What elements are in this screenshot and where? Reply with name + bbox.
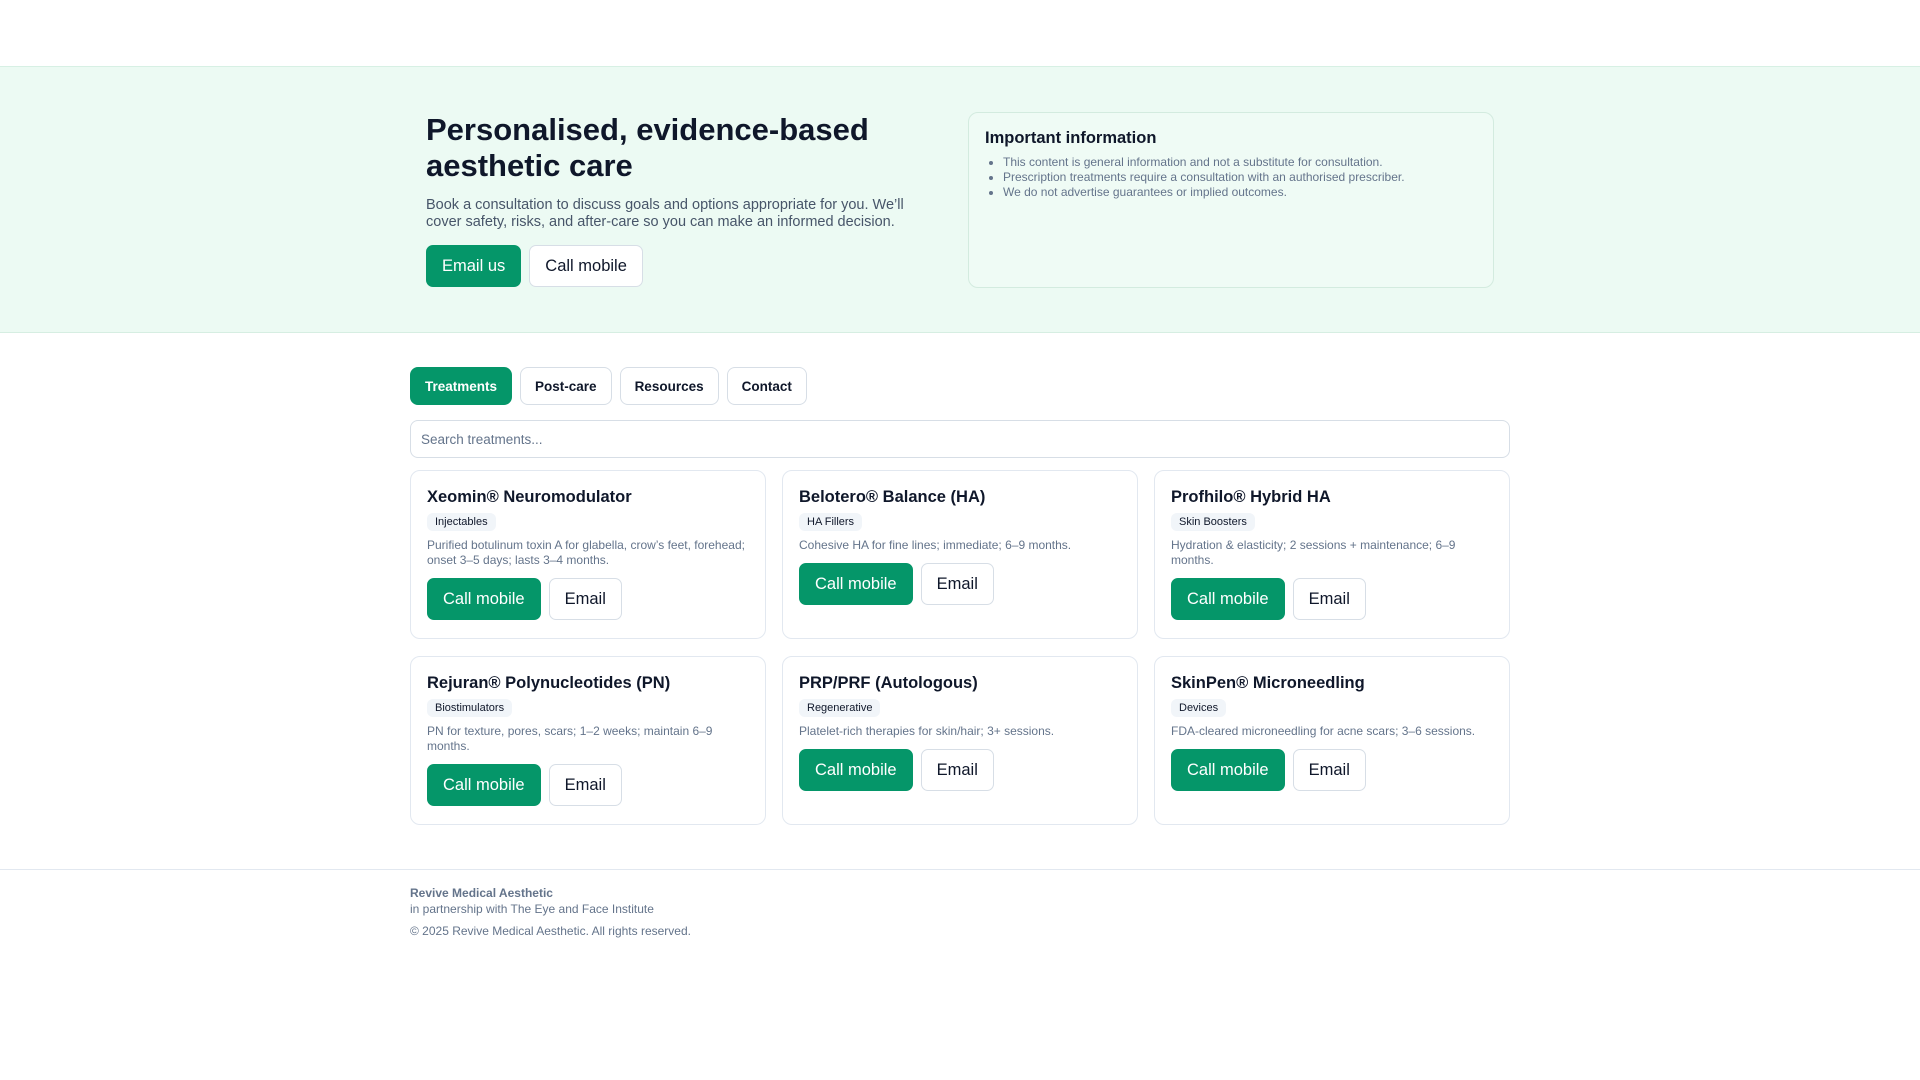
email-button[interactable]: Email (1292, 749, 1366, 791)
hero-section: Personalised, evidence-based aesthetic c… (0, 67, 1920, 333)
footer-brand: Revive Medical Aesthetic (410, 886, 553, 900)
tab-treatments[interactable]: Treatments (410, 367, 513, 405)
card-title: Xeomin® Neuromodulator (427, 488, 632, 506)
important-info-panel: Important information This content is ge… (968, 112, 1494, 288)
tab-post-care[interactable]: Post-care (520, 367, 612, 405)
card-description: Hydration & elasticity; 2 sessions + mai… (1171, 538, 1456, 567)
hero-inner: Personalised, evidence-based aesthetic c… (426, 112, 1494, 288)
hero-subtitle: Book a consultation to discuss goals and… (426, 197, 904, 230)
card-title: Profhilo® Hybrid HA (1171, 488, 1331, 506)
call-mobile-button[interactable]: Call mobile (1171, 749, 1285, 791)
treatment-card: Rejuran® Polynucleotides (PN) Biostimula… (410, 656, 766, 825)
category-badge: Biostimulators (427, 699, 513, 717)
call-mobile-button[interactable]: Call mobile (529, 245, 643, 287)
card-actions: Call mobile Email (427, 764, 749, 806)
treatment-card: SkinPen® Microneedling Devices FDA-clear… (1154, 656, 1510, 825)
hero-content: Personalised, evidence-based aesthetic c… (426, 112, 926, 287)
treatment-card: Xeomin® Neuromodulator Injectables Purif… (410, 470, 766, 639)
treatment-card: PRP/PRF (Autologous) Regenerative Platel… (782, 656, 1138, 825)
card-actions: Call mobile Email (1171, 578, 1493, 620)
top-bar (0, 0, 1920, 67)
info-item: Prescription treatments require a consul… (1003, 170, 1477, 185)
info-list: This content is general information and … (985, 155, 1477, 200)
card-description: PN for texture, pores, scars; 1–2 weeks;… (427, 724, 713, 753)
footer-copyright: © 2025 Revive Medical Aesthetic. All rig… (410, 924, 691, 938)
card-title: Belotero® Balance (HA) (799, 488, 986, 506)
email-button[interactable]: Email (920, 563, 994, 605)
card-actions: Call mobile Email (1171, 749, 1493, 791)
card-actions: Call mobile Email (799, 563, 1121, 605)
hero-actions: Email us Call mobile (426, 245, 926, 287)
category-badge: HA Fillers (799, 513, 863, 531)
footer-partner: in partnership with The Eye and Face Ins… (410, 902, 654, 916)
info-title: Important information (985, 129, 1157, 147)
info-item: This content is general information and … (1003, 155, 1477, 170)
site-footer: Revive Medical Aesthetic in partnership … (0, 869, 1920, 938)
category-badge: Regenerative (799, 699, 881, 717)
treatment-card: Profhilo® Hybrid HA Skin Boosters Hydrat… (1154, 470, 1510, 639)
treatment-card: Belotero® Balance (HA) HA Fillers Cohesi… (782, 470, 1138, 639)
card-description: Purified botulinum toxin A for glabella,… (427, 538, 745, 567)
tab-bar: Treatments Post-care Resources Contact (410, 367, 1510, 405)
card-actions: Call mobile Email (427, 578, 749, 620)
email-button[interactable]: Email (920, 749, 994, 791)
card-actions: Call mobile Email (799, 749, 1121, 791)
category-badge: Skin Boosters (1171, 513, 1255, 531)
card-title: SkinPen® Microneedling (1171, 674, 1365, 692)
category-badge: Injectables (427, 513, 496, 531)
card-description: Platelet-rich therapies for skin/hair; 3… (799, 724, 1055, 738)
treatment-grid: Xeomin® Neuromodulator Injectables Purif… (410, 470, 1510, 825)
email-us-button[interactable]: Email us (426, 245, 522, 287)
tab-resources[interactable]: Resources (619, 367, 719, 405)
call-mobile-button[interactable]: Call mobile (1171, 578, 1285, 620)
card-title: Rejuran® Polynucleotides (PN) (427, 674, 671, 692)
info-item: We do not advertise guarantees or implie… (1003, 185, 1477, 200)
call-mobile-button[interactable]: Call mobile (427, 578, 541, 620)
card-description: Cohesive HA for fine lines; immediate; 6… (799, 538, 1072, 552)
card-description: FDA-cleared microneedling for acne scars… (1171, 724, 1476, 738)
card-title: PRP/PRF (Autologous) (799, 674, 978, 692)
main-content: Treatments Post-care Resources Contact X… (410, 367, 1510, 825)
hero-title: Personalised, evidence-based aesthetic c… (426, 112, 869, 183)
email-button[interactable]: Email (548, 578, 622, 620)
call-mobile-button[interactable]: Call mobile (799, 749, 913, 791)
tab-contact[interactable]: Contact (726, 367, 807, 405)
category-badge: Devices (1171, 699, 1227, 717)
call-mobile-button[interactable]: Call mobile (427, 764, 541, 806)
email-button[interactable]: Email (548, 764, 622, 806)
search-input[interactable] (410, 420, 1510, 458)
call-mobile-button[interactable]: Call mobile (799, 563, 913, 605)
email-button[interactable]: Email (1292, 578, 1366, 620)
